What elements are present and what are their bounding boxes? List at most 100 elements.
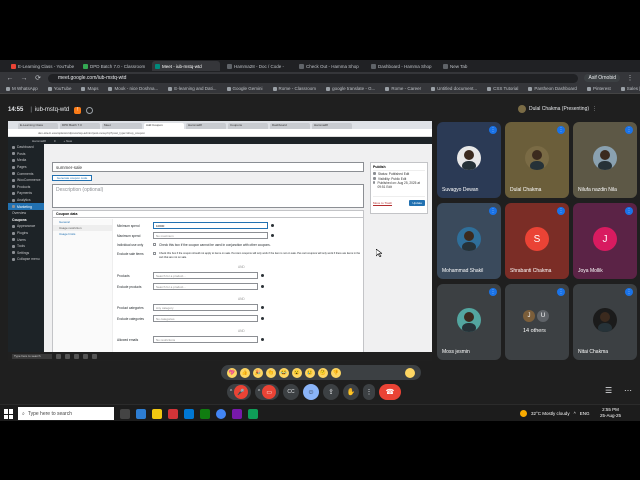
bookmark-item[interactable]: Rome - Classroom (272, 86, 316, 91)
products-input[interactable]: Search for a product... (153, 272, 258, 279)
description-field[interactable]: Description (optional) (52, 184, 364, 208)
chat-icon[interactable]: ☰ (605, 386, 612, 395)
coupon-code-input[interactable]: summer-sale (52, 162, 364, 172)
mic-toggle-button[interactable]: ^ 🎤 (227, 384, 251, 400)
reaction-emoji-icon[interactable]: 🎉 (253, 367, 263, 378)
participant-tile[interactable]: ⋮ J U 14 others (505, 284, 569, 360)
app-icon[interactable] (200, 409, 210, 419)
reaction-emoji-icon[interactable]: 👏 (266, 367, 276, 378)
menu-icon (12, 198, 15, 202)
tab-usage-limits[interactable]: Usage limits (53, 231, 112, 237)
url-field[interactable]: meet.google.com/iub-mstq-wtd (48, 73, 579, 83)
exclude-categories-input[interactable]: No categories (153, 315, 258, 322)
minimum-spend-input[interactable]: 10000 (153, 222, 268, 229)
search-icon: ⌕ (22, 410, 25, 417)
browser-tab[interactable]: DPD Batch 7.0 - Classroom (80, 61, 148, 71)
bookmark-item[interactable]: Mook - nice Doshna... (108, 86, 158, 91)
more-options-button[interactable]: ⋮ (363, 384, 375, 400)
chrome-icon[interactable] (216, 409, 226, 419)
activities-icon[interactable]: ⋯ (624, 386, 632, 395)
help-icon[interactable] (261, 338, 264, 341)
skin-tone-icon[interactable] (405, 367, 415, 378)
present-button[interactable]: ⇪ (323, 384, 339, 400)
bookmark-item[interactable]: Maps (81, 86, 98, 91)
categories-input[interactable]: Any category (153, 304, 258, 311)
warning-icon[interactable]: ! (74, 106, 82, 114)
reaction-emoji-icon[interactable]: 👎 (331, 367, 341, 378)
reaction-emoji-icon[interactable]: 👍 (240, 367, 250, 378)
bookmark-item[interactable]: Google Gemini (226, 86, 263, 91)
participant-tile[interactable]: ⋮ J Joya Mollik (573, 203, 637, 279)
bookmark-item[interactable]: E-learning and Dati... (168, 86, 217, 91)
browser-tab[interactable]: Check Out - Hamma Shop (296, 61, 364, 71)
exclude-sale-text: Check this box if the coupon should not … (159, 252, 361, 259)
clock[interactable]: 2:55 PM 25-Aug-25 (600, 407, 621, 419)
bookmark-item[interactable]: Pinterest (586, 86, 611, 91)
update-button[interactable]: Update (409, 200, 425, 206)
bookmark-item[interactable]: Rome - Career (385, 86, 421, 91)
browser-tab[interactable]: Dashboard - Hamma Shop (368, 61, 436, 71)
language-indicator[interactable]: ENG (580, 411, 590, 416)
wp-menu-item: Plugins (8, 230, 44, 237)
bookmark-item[interactable]: CSS Tutorial (487, 86, 518, 91)
maximum-spend-input[interactable]: No maximum (153, 232, 268, 239)
bookmark-item[interactable]: M WhatsApp (6, 86, 38, 91)
more-options-icon[interactable]: ⋮ (592, 106, 597, 112)
bookmark-item[interactable]: google translate - G... (326, 86, 375, 91)
reaction-emoji-icon[interactable]: 😂 (279, 367, 289, 378)
reload-icon[interactable]: ⟳ (34, 74, 42, 82)
captions-button[interactable]: CC (283, 384, 299, 400)
browser-tab[interactable]: Hamma28 - Doc / Code - (224, 61, 292, 71)
menu-icon[interactable]: ⋮ (626, 74, 634, 82)
reaction-emoji-icon[interactable]: 😢 (305, 367, 315, 378)
leave-call-button[interactable]: ☎ (379, 384, 401, 400)
participant-tile[interactable]: ⋮ S Shrabanti Chakma (505, 203, 569, 279)
allowed-emails-input[interactable]: No restrictions (153, 336, 258, 343)
reaction-emoji-icon[interactable]: 💖 (227, 367, 237, 378)
participant-tile[interactable]: ⋮ Nilufa nazdin Nila (573, 122, 637, 198)
chevron-up-icon[interactable]: ^ (574, 411, 576, 416)
task-view-icon[interactable] (120, 409, 130, 419)
profile-chip[interactable]: Asif Ornobid (584, 74, 620, 82)
help-icon[interactable] (261, 285, 264, 288)
help-icon[interactable] (261, 317, 264, 320)
windows-search-box[interactable]: ⌕ Type here to search (18, 407, 114, 420)
participant-tile[interactable]: ⋮ Nitai Chakma (573, 284, 637, 360)
app-icon[interactable] (168, 409, 178, 419)
exclude-sale-checkbox[interactable] (153, 252, 156, 255)
browser-tab[interactable]: Meet - iub-mstq-wtd (152, 61, 220, 71)
reactions-button[interactable]: ☺ (303, 384, 319, 400)
reaction-emoji-icon[interactable]: 😮 (292, 367, 302, 378)
weather-text[interactable]: 32°C Mostly cloudy (531, 411, 570, 416)
move-to-trash-link[interactable]: Move to Trash (373, 201, 392, 205)
participant-tile[interactable]: ⋮ Dulal Chakma (505, 122, 569, 198)
bookmark-item[interactable]: YouTube (47, 86, 71, 91)
bookmark-item[interactable]: Untitled document... (431, 86, 477, 91)
info-icon[interactable] (86, 106, 94, 114)
windows-start-icon[interactable] (4, 409, 14, 419)
help-icon[interactable] (261, 306, 264, 309)
bookmark-item[interactable]: Pantheon Dashboard (528, 86, 577, 91)
bookmark-item[interactable]: Sales | Al Music (620, 86, 640, 91)
participant-tile[interactable]: ⋮ Moss jesmin (437, 284, 501, 360)
help-icon[interactable] (271, 224, 274, 227)
exclude-products-input[interactable]: Search for a product... (153, 283, 258, 290)
camera-toggle-button[interactable]: ^ ▭ (255, 384, 279, 400)
participant-tile[interactable]: ⋮ Suvagyo Dewan (437, 122, 501, 198)
app-icon[interactable] (232, 409, 242, 419)
participant-tile[interactable]: ⋮ Mohammad Shakil (437, 203, 501, 279)
reaction-emoji-icon[interactable]: 🤔 (318, 367, 328, 378)
generate-coupon-button[interactable]: Generate coupon code (52, 175, 92, 181)
edge-icon[interactable] (136, 409, 146, 419)
browser-tab[interactable]: New Tab (440, 61, 508, 71)
app-icon[interactable] (248, 409, 258, 419)
individual-use-checkbox[interactable] (153, 243, 156, 246)
file-explorer-icon[interactable] (152, 409, 162, 419)
raise-hand-button[interactable]: ✋ (343, 384, 359, 400)
app-icon[interactable] (184, 409, 194, 419)
help-icon[interactable] (271, 234, 274, 237)
forward-icon[interactable]: → (20, 75, 28, 82)
help-icon[interactable] (261, 274, 264, 277)
back-icon[interactable]: ← (6, 75, 14, 82)
browser-tab[interactable]: E-Learning Class - YouTube (8, 61, 76, 71)
